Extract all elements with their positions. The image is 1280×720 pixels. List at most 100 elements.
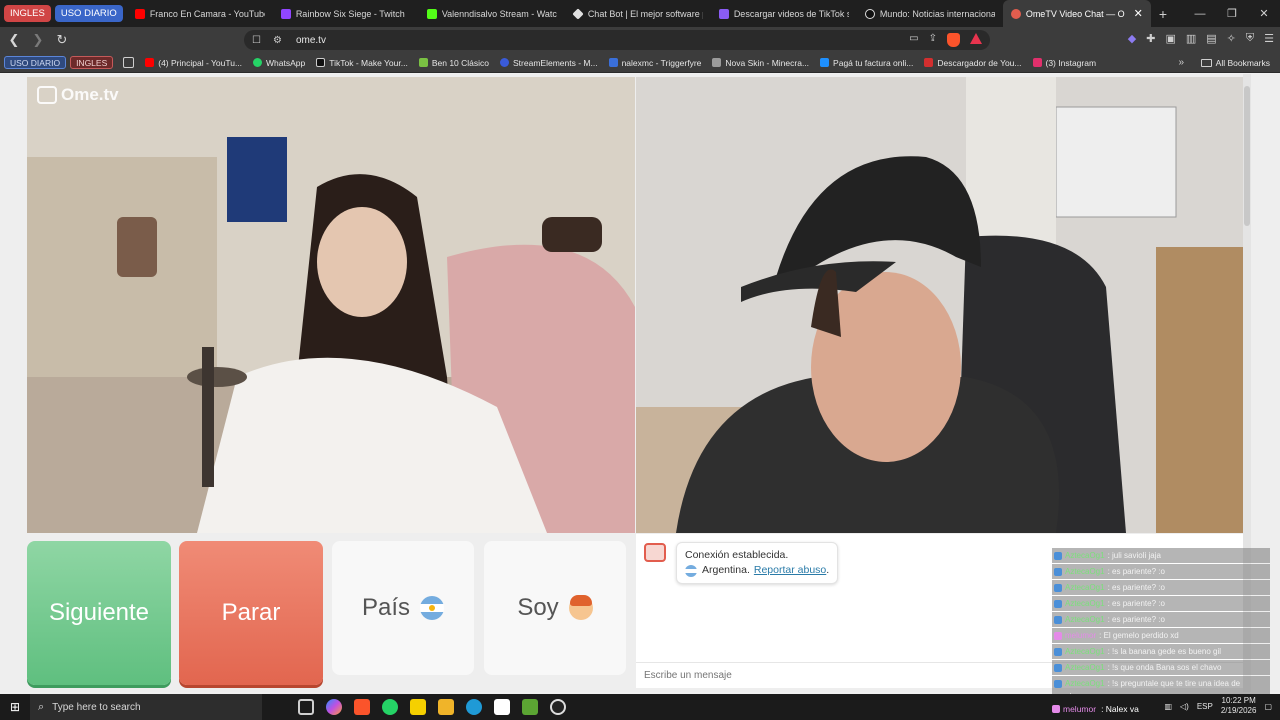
bookmark-group-uso-diario[interactable]: USO DIARIO xyxy=(4,56,67,69)
apps-grid-icon[interactable] xyxy=(123,57,135,68)
stop-button[interactable]: Parar xyxy=(179,541,323,685)
bookmark-label: (4) Principal - YouTu... xyxy=(158,57,243,68)
chat-text: : es pariente? :o xyxy=(1107,615,1165,624)
url-text[interactable]: ome.tv xyxy=(296,35,326,46)
bookmark-item[interactable]: TikTok - Make Your... xyxy=(316,58,408,68)
next-button[interactable]: Siguiente xyxy=(27,541,171,685)
sidebar-icon[interactable]: ▥ xyxy=(1186,32,1196,45)
country-button-label: País xyxy=(361,594,411,621)
chat-text: : !s la banana gede es bueno gil xyxy=(1107,647,1221,656)
windows-start-icon[interactable]: ⊞ xyxy=(0,700,30,714)
whatsapp-icon[interactable] xyxy=(382,699,398,715)
gender-button[interactable]: Soy xyxy=(484,541,626,675)
bookmark-group-ingles[interactable]: INGLES xyxy=(70,56,114,69)
task-view-icon[interactable] xyxy=(298,699,314,715)
tab-group-uso-diario[interactable]: USO DIARIO xyxy=(54,5,123,22)
tab-tiktok-downloader[interactable]: Descargar videos de TikTok sin xyxy=(711,0,857,27)
stranger-video-scene xyxy=(27,77,635,533)
bookmark-item[interactable]: StreamElements - M... xyxy=(500,58,598,68)
brave-shields-icon[interactable] xyxy=(947,33,960,47)
ometv-logo: Ome.tv xyxy=(37,85,119,105)
wallet-icon[interactable]: ▣ xyxy=(1165,32,1175,45)
badge-icon xyxy=(1054,551,1062,560)
bookmark-icon[interactable]: ☐ xyxy=(252,35,261,46)
reload-icon[interactable]: ↻ xyxy=(52,30,72,50)
bookmark-item[interactable]: WhatsApp xyxy=(253,58,305,68)
all-bookmarks[interactable]: All Bookmarks xyxy=(1200,58,1270,68)
tab-title: OmeTV Video Chat — O xyxy=(1025,8,1125,19)
site-info-icon[interactable]: ⚙ xyxy=(273,35,282,46)
argentina-flag-icon xyxy=(685,564,697,577)
bookmark-label: TikTok - Make Your... xyxy=(329,57,408,68)
menu-icon[interactable]: ☰ xyxy=(1264,32,1274,45)
minecraft-icon[interactable] xyxy=(522,699,538,715)
partner-country: Argentina. xyxy=(702,564,750,576)
copilot-icon[interactable] xyxy=(326,699,342,715)
report-abuse-link[interactable]: Reportar abuso xyxy=(754,563,826,578)
close-icon[interactable]: ✕ xyxy=(1130,7,1143,20)
stream-chat-last-message: melumor : Nalex va xyxy=(1052,704,1242,714)
back-icon[interactable]: ❮ xyxy=(4,30,24,50)
wallet2-icon[interactable]: ▤ xyxy=(1206,32,1216,45)
file-explorer-icon[interactable] xyxy=(438,699,454,715)
country-button[interactable]: País xyxy=(332,541,474,675)
instagram-icon xyxy=(1032,58,1042,67)
extensions-puzzle-icon[interactable]: ✚ xyxy=(1146,32,1155,45)
notes-icon[interactable] xyxy=(410,699,426,715)
tab-kick[interactable]: Valenndisalvo Stream - Watch L xyxy=(419,0,565,27)
tab-youtube[interactable]: Franco En Camara - YouTube xyxy=(127,0,273,27)
more-bookmarks-icon[interactable]: » xyxy=(1178,57,1184,68)
tab-ometv[interactable]: OmeTV Video Chat — O ✕ xyxy=(1002,0,1151,27)
badge-icon xyxy=(1054,647,1062,656)
chat-username: melumor xyxy=(1063,704,1097,714)
bookmark-item[interactable]: (4) Principal - YouTu... xyxy=(145,58,242,68)
system-message: Conexión establecida. Argentina. Reporta… xyxy=(676,542,839,584)
forward-icon[interactable]: ❯ xyxy=(28,30,48,50)
vpn-icon[interactable]: ⛨ xyxy=(1246,32,1254,45)
bookmark-item[interactable]: Ben 10 Clásico xyxy=(418,58,489,68)
cast-icon[interactable]: ▭ xyxy=(909,33,918,47)
bookmark-label: (3) Instagram xyxy=(1045,57,1097,68)
bookmark-item[interactable]: Descargador de You... xyxy=(924,58,1022,68)
edge-icon[interactable] xyxy=(466,699,482,715)
triggerfyre-icon xyxy=(608,58,618,67)
partner-country-row: Argentina. Reportar abuso. xyxy=(685,563,829,578)
tab-title: Rainbow Six Siege - Twitch xyxy=(295,8,405,19)
stranger-video: Ome.tv xyxy=(27,77,635,533)
chatbot-icon xyxy=(572,7,584,20)
bookmark-item[interactable]: nalexmc - Triggerfyre xyxy=(608,57,702,68)
tab-twitch[interactable]: Rainbow Six Siege - Twitch xyxy=(273,0,419,27)
maximize-icon[interactable]: ❐ xyxy=(1216,0,1248,27)
stream-chat-message: melumor: El gemelo perdido xd xyxy=(1052,628,1270,643)
bookmark-item[interactable]: (3) Instagram xyxy=(1032,57,1097,68)
badge-icon xyxy=(1054,663,1062,672)
minimize-icon[interactable]: — xyxy=(1184,0,1216,27)
tab-group-ingles[interactable]: INGLES xyxy=(4,5,51,22)
notifications-icon[interactable]: ▢ xyxy=(1264,702,1272,711)
bookmark-label: Nova Skin - Minecra... xyxy=(725,57,810,68)
tab-chatbot[interactable]: Chat Bot | El mejor software pa xyxy=(565,0,711,27)
bookmark-item[interactable]: Nova Skin - Minecra... xyxy=(712,58,809,68)
address-bar[interactable]: ☐ ⚙ ome.tv ▭ ⇪ xyxy=(244,30,990,50)
brave-rewards-icon[interactable] xyxy=(970,33,982,44)
bookmark-item[interactable]: Pagá tu factura onli... xyxy=(820,58,913,68)
brave-icon[interactable] xyxy=(354,699,370,715)
badge-icon xyxy=(1054,599,1062,608)
window-controls: — ❐ ✕ xyxy=(1184,0,1280,27)
streamelements-icon xyxy=(500,58,510,67)
taskbar-search[interactable]: ⌕ Type here to search xyxy=(30,694,262,720)
tab-noticias[interactable]: Mundo: Noticias internacionales xyxy=(857,0,1003,27)
scrollbar-thumb[interactable] xyxy=(1244,86,1250,226)
new-tab-icon[interactable]: + xyxy=(1159,6,1167,22)
chat-text: : Nalex va xyxy=(1101,704,1139,714)
capcut-icon[interactable] xyxy=(494,699,510,715)
close-window-icon[interactable]: ✕ xyxy=(1248,0,1280,27)
share-icon[interactable]: ⇪ xyxy=(929,33,937,47)
obs-icon[interactable] xyxy=(550,699,566,715)
leo-ai-icon[interactable]: ✧ xyxy=(1227,32,1236,45)
extension-icon[interactable]: ◆ xyxy=(1128,32,1136,45)
bookmark-label: nalexmc - Triggerfyre xyxy=(621,57,702,68)
badge-icon xyxy=(1054,567,1062,576)
tiktok-icon xyxy=(316,58,326,67)
chat-text: : es pariente? :o xyxy=(1107,599,1165,608)
